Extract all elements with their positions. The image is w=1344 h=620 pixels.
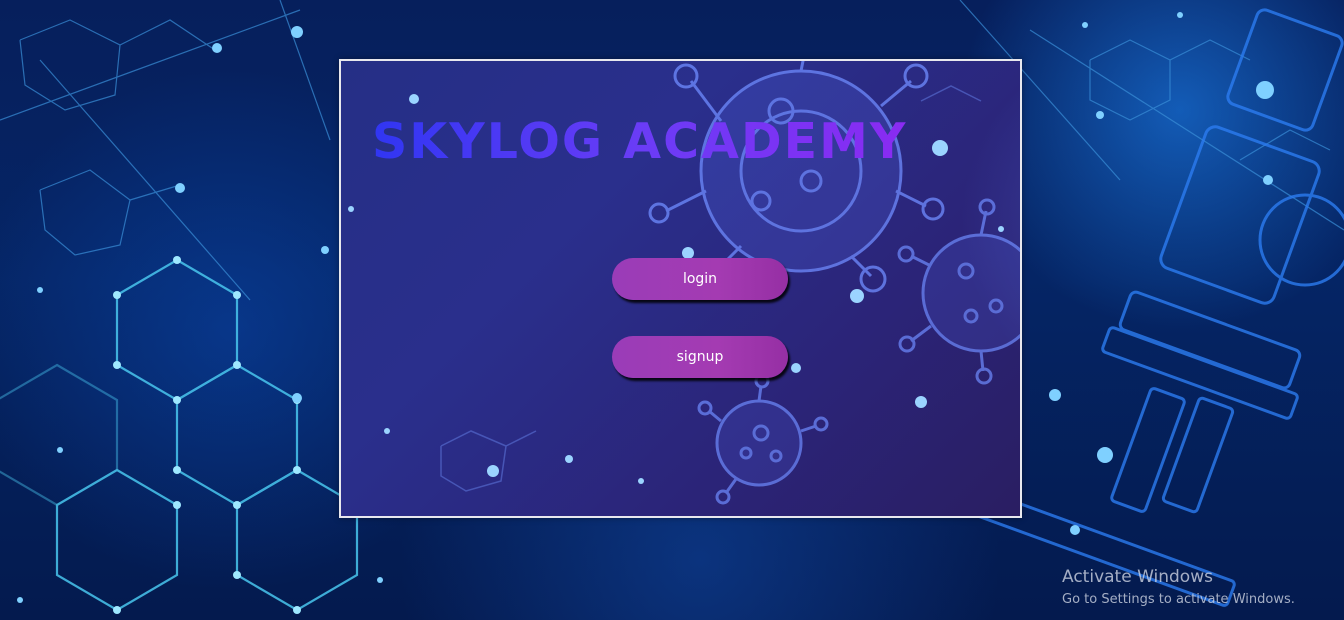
- login-button[interactable]: login: [612, 258, 788, 300]
- small-virus-graphic: [697, 373, 829, 505]
- app-title: SKYLOG ACADEMY: [372, 113, 908, 170]
- welcome-card: SKYLOG ACADEMY login signup: [339, 59, 1022, 518]
- watermark-subtitle: Go to Settings to activate Windows.: [1062, 592, 1295, 607]
- signup-button[interactable]: signup: [612, 336, 788, 378]
- activate-windows-watermark: Activate Windows Go to Settings to activ…: [1062, 566, 1295, 610]
- watermark-title: Activate Windows: [1062, 567, 1213, 587]
- hexagon-network-graphic: [0, 258, 359, 612]
